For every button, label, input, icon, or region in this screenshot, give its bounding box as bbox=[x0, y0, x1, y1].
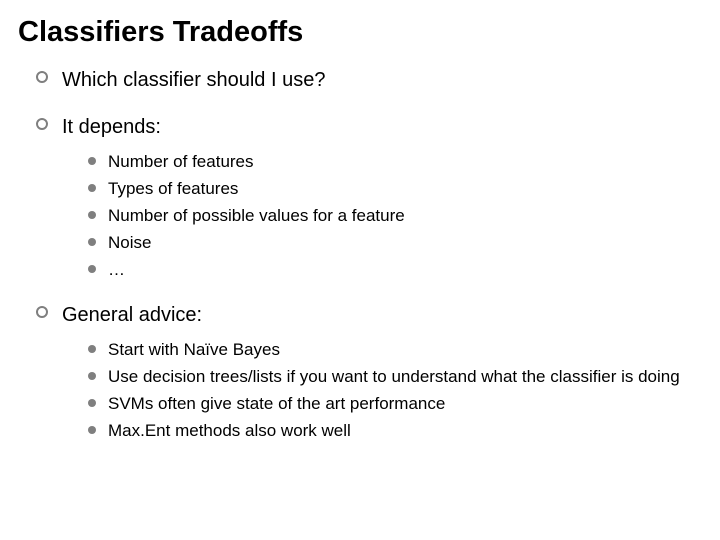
circle-bullet-icon bbox=[36, 306, 48, 318]
sub-bullet-text: Use decision trees/lists if you want to … bbox=[108, 367, 680, 386]
sub-bullet-item: Number of possible values for a feature bbox=[88, 205, 700, 228]
circle-bullet-icon bbox=[36, 118, 48, 130]
dot-bullet-icon bbox=[88, 345, 96, 353]
sub-bullet-text: Start with Naïve Bayes bbox=[108, 340, 280, 359]
sub-bullet-item: Max.Ent methods also work well bbox=[88, 420, 700, 443]
circle-bullet-icon bbox=[36, 71, 48, 83]
bullet-list: Which classifier should I use? It depend… bbox=[18, 67, 700, 442]
sub-bullet-text: Noise bbox=[108, 233, 151, 252]
bullet-item: Which classifier should I use? bbox=[36, 67, 700, 94]
dot-bullet-icon bbox=[88, 265, 96, 273]
dot-bullet-icon bbox=[88, 238, 96, 246]
dot-bullet-icon bbox=[88, 399, 96, 407]
slide: Classifiers Tradeoffs Which classifier s… bbox=[0, 0, 720, 442]
sub-bullet-text: Max.Ent methods also work well bbox=[108, 421, 351, 440]
dot-bullet-icon bbox=[88, 184, 96, 192]
sub-bullet-text: … bbox=[108, 260, 125, 279]
bullet-text: General advice: bbox=[62, 304, 202, 326]
sub-bullet-text: Number of features bbox=[108, 152, 254, 171]
bullet-item: It depends: Number of features Types of … bbox=[36, 114, 700, 282]
dot-bullet-icon bbox=[88, 157, 96, 165]
sub-bullet-text: Types of features bbox=[108, 179, 238, 198]
sub-bullet-list: Number of features Types of features Num… bbox=[62, 151, 700, 282]
sub-bullet-text: Number of possible values for a feature bbox=[108, 206, 405, 225]
sub-bullet-item: Types of features bbox=[88, 178, 700, 201]
bullet-text: Which classifier should I use? bbox=[62, 69, 325, 91]
dot-bullet-icon bbox=[88, 211, 96, 219]
bullet-text: It depends: bbox=[62, 116, 161, 138]
dot-bullet-icon bbox=[88, 426, 96, 434]
bullet-item: General advice: Start with Naïve Bayes U… bbox=[36, 302, 700, 443]
sub-bullet-item: Number of features bbox=[88, 151, 700, 174]
sub-bullet-item: … bbox=[88, 259, 700, 282]
sub-bullet-list: Start with Naïve Bayes Use decision tree… bbox=[62, 339, 700, 443]
sub-bullet-text: SVMs often give state of the art perform… bbox=[108, 394, 445, 413]
sub-bullet-item: SVMs often give state of the art perform… bbox=[88, 393, 700, 416]
sub-bullet-item: Use decision trees/lists if you want to … bbox=[88, 366, 700, 389]
slide-title: Classifiers Tradeoffs bbox=[18, 16, 700, 49]
sub-bullet-item: Start with Naïve Bayes bbox=[88, 339, 700, 362]
dot-bullet-icon bbox=[88, 372, 96, 380]
sub-bullet-item: Noise bbox=[88, 232, 700, 255]
